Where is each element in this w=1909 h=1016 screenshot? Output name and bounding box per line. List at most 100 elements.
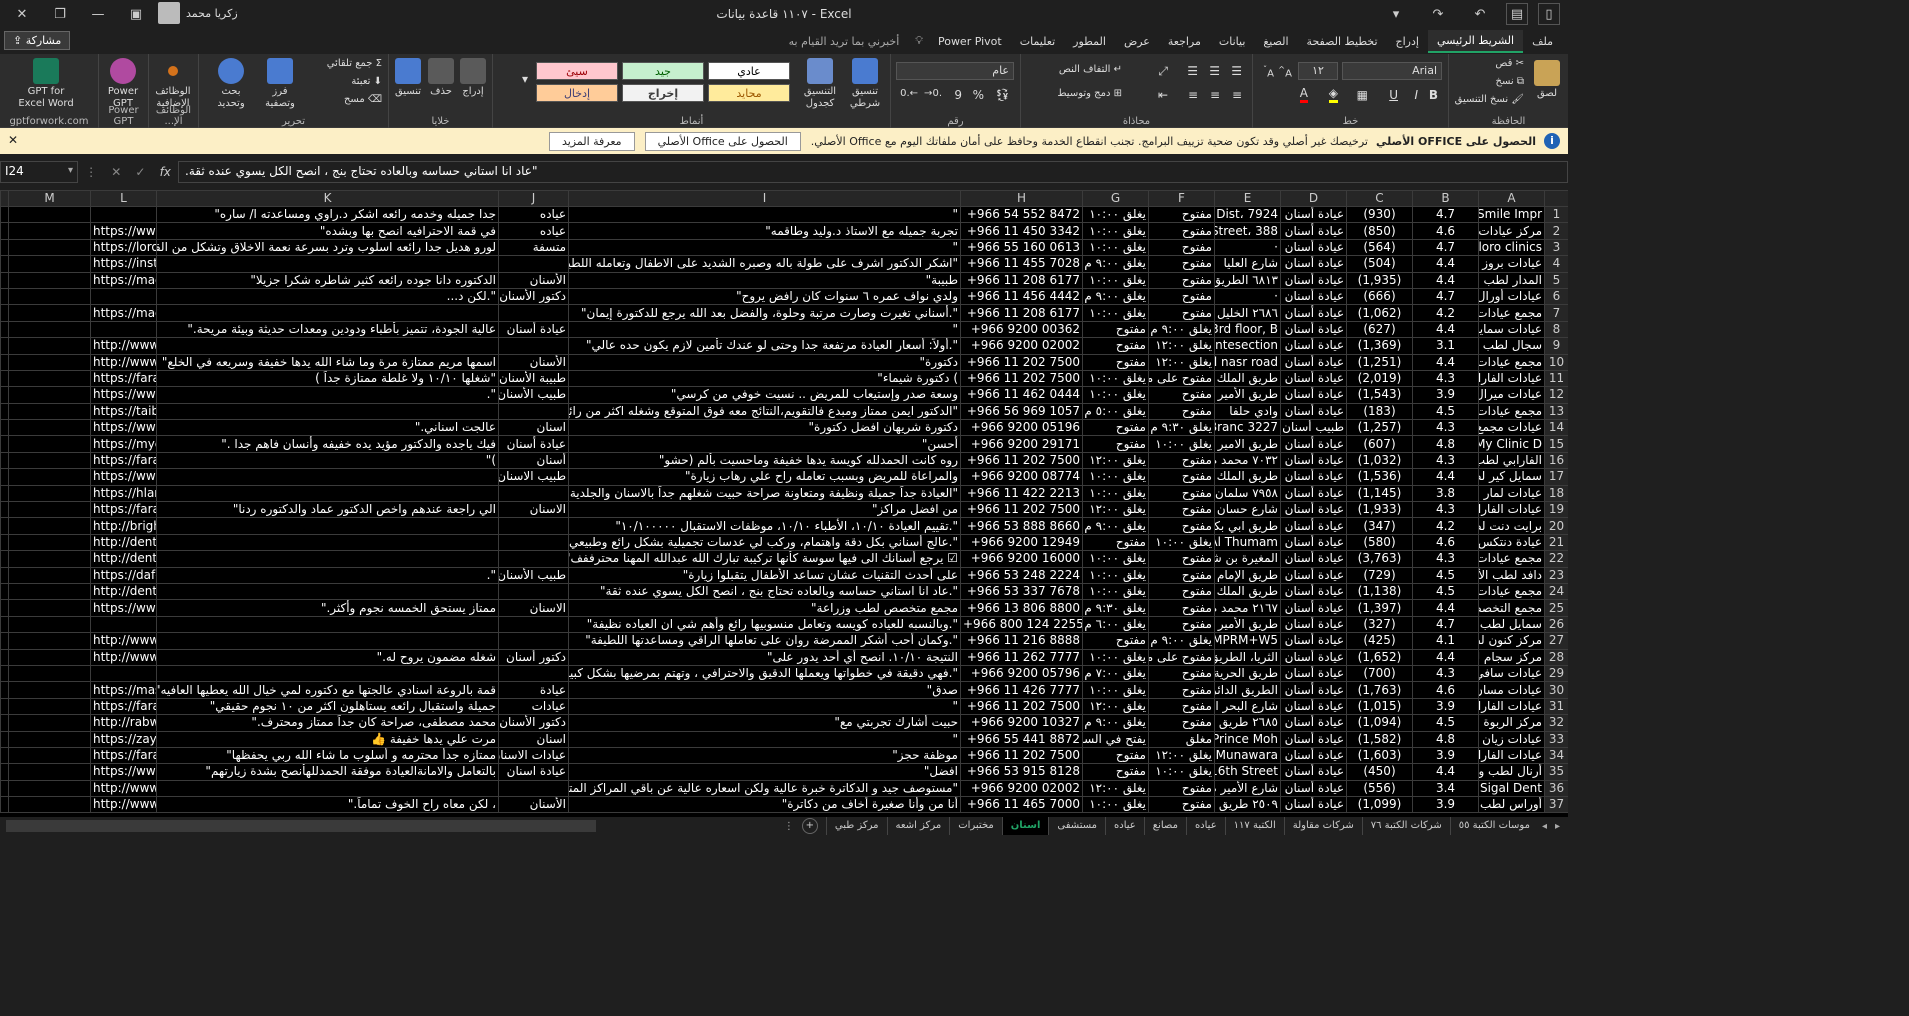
currency-icon[interactable]: 💱︎ xyxy=(995,88,1010,102)
cell-e[interactable]: طريق الأمير xyxy=(1214,615,1281,634)
cell-h[interactable]: +966 11 462 0444 xyxy=(960,386,1083,404)
cell-k[interactable] xyxy=(156,517,499,535)
cell-g[interactable]: مفتوح xyxy=(1082,632,1149,650)
cell-f[interactable]: مفتوح xyxy=(1148,664,1215,683)
cell-m[interactable] xyxy=(8,533,91,552)
cell-k[interactable]: ، لكن معاه راح الخوف تماماً." xyxy=(156,796,499,814)
cell-k[interactable]: الدكتوره دانا جوده رائعه كثير شاطره شكرا… xyxy=(156,271,499,289)
cell-g[interactable]: يغلق ١٠:٠٠ xyxy=(1082,222,1149,240)
cell-j[interactable]: دكتور الأسنان xyxy=(498,287,569,306)
cell-i[interactable]: "الدكتور ايمن ممتاز ومبدع فالتقويم،النتا… xyxy=(568,402,961,421)
cell-h[interactable]: +966 11 202 7500 xyxy=(960,353,1083,371)
cell-f[interactable]: مفتوح على مدار xyxy=(1148,369,1215,388)
cell-f[interactable]: يغلق ١٢:٠٠ xyxy=(1148,353,1215,371)
cell-b[interactable]: 4.6 xyxy=(1412,533,1479,552)
cell-c[interactable]: (1,935) xyxy=(1346,271,1413,289)
fill-button[interactable]: ⬇ تعبئة xyxy=(351,76,382,87)
cell-h[interactable]: +966 9200 10327 xyxy=(960,714,1083,732)
cell-a[interactable]: مركز كنون لطب xyxy=(1478,632,1545,650)
cell-m[interactable] xyxy=(8,796,91,814)
style-input[interactable]: إدخال xyxy=(536,84,618,102)
cell-f[interactable]: مفتوح على مدار xyxy=(1148,648,1215,666)
cell-k[interactable] xyxy=(156,533,499,552)
cell-g[interactable]: يغلق ١٠:٠٠ xyxy=(1082,796,1149,814)
cell-i[interactable]: موظفة حجز" xyxy=(568,746,961,765)
row-header[interactable]: 25 xyxy=(1544,599,1568,617)
font-name-select[interactable]: Arial xyxy=(1342,62,1442,80)
cell-g[interactable]: يغلق ١٠:٠٠ xyxy=(1082,468,1149,486)
cell-k[interactable] xyxy=(156,468,499,486)
cell-h[interactable]: +966 9200 02002 xyxy=(960,779,1083,798)
cell-a[interactable]: Smile Impr xyxy=(1478,205,1545,224)
sheet-tab[interactable]: مركز اشعه xyxy=(886,817,950,835)
cell-i[interactable]: طبيبة" xyxy=(568,271,961,289)
scroll-right-icon[interactable]: ▸ xyxy=(1551,821,1564,832)
cell-i[interactable]: دكتورة شريهان افضل دكتورة" xyxy=(568,419,961,437)
cell-j[interactable] xyxy=(498,615,569,634)
cell-c[interactable]: (1,094) xyxy=(1346,714,1413,732)
cell-c[interactable]: (504) xyxy=(1346,255,1413,273)
cell-b[interactable]: 4.5 xyxy=(1412,714,1479,732)
cell-a[interactable]: عيادات الفارابي xyxy=(1478,697,1545,716)
row-header[interactable]: 15 xyxy=(1544,435,1568,453)
cell-g[interactable]: يغلق ١٠:٠٠ xyxy=(1082,238,1149,257)
cell-b[interactable]: 3.1 xyxy=(1412,337,1479,355)
cell-l[interactable] xyxy=(90,615,157,634)
cell-b[interactable]: 4.5 xyxy=(1412,402,1479,421)
get-office-button[interactable]: الحصول على Office الأصلي xyxy=(644,131,801,151)
cell-d[interactable]: عيادة أسنان xyxy=(1280,222,1347,240)
cell-e[interactable]: Munawara xyxy=(1214,746,1281,765)
cell-m[interactable] xyxy=(8,681,91,699)
cell-a[interactable]: مجمع عيادات ب xyxy=(1478,353,1545,371)
cell-g[interactable]: يغلق ١٠:٠٠ xyxy=(1082,369,1149,388)
cell-a[interactable]: مجمع عيادات د xyxy=(1478,550,1545,568)
cell-b[interactable]: 4.4 xyxy=(1412,599,1479,617)
merge-center-button[interactable]: ⊞ دمج وتوسيط xyxy=(1057,88,1122,99)
cell-k[interactable]: لورو هديل جدا رائعه اسلوب وترد بسرعة نعم… xyxy=(156,238,499,257)
cell-e[interactable]: ٧٩٥٨ سلمان xyxy=(1214,484,1281,503)
cell-m[interactable] xyxy=(8,615,91,634)
cell-e[interactable]: 3227 Branc xyxy=(1214,419,1281,437)
cell-i[interactable]: ولدي نواف عمره ٦ سنوات كان رافض يروح" xyxy=(568,287,961,306)
cell-h[interactable]: +966 11 465 7000 xyxy=(960,796,1083,814)
cell-b[interactable]: 4.3 xyxy=(1412,451,1479,470)
cell-i[interactable]: "اشكر الدكتور اشرف على طولة باله وصبره ا… xyxy=(568,255,961,273)
gpt-for-excel-button[interactable]: GPT for Excel Word xyxy=(14,58,78,110)
cell-l[interactable]: https://mad xyxy=(90,271,157,289)
tab-formulas[interactable]: الصيغ xyxy=(1254,31,1297,52)
cell-j[interactable] xyxy=(498,402,569,421)
cell-l[interactable] xyxy=(90,664,157,683)
row-header[interactable]: 12 xyxy=(1544,386,1568,404)
cell-c[interactable]: (1,652) xyxy=(1346,648,1413,666)
cell-g[interactable]: يغلق ٩:٠٠ م xyxy=(1082,255,1149,273)
cell-b[interactable]: 4.5 xyxy=(1412,566,1479,584)
cell-j[interactable]: اسنان xyxy=(498,730,569,748)
cell-g[interactable]: مفتوح xyxy=(1082,353,1149,371)
cell-b[interactable]: 4.2 xyxy=(1412,517,1479,535)
cell-h[interactable]: +966 56 969 1057 xyxy=(960,402,1083,421)
cell-m[interactable] xyxy=(8,222,91,240)
find-select-button[interactable]: بحث وتحديد xyxy=(208,58,254,110)
cell-g[interactable]: يغلق ١٠:٠٠ xyxy=(1082,681,1149,699)
cell-l[interactable]: https://www xyxy=(90,222,157,240)
orientation-icon[interactable]: ⤢ xyxy=(1158,64,1168,79)
cell-b[interactable]: 4.4 xyxy=(1412,255,1479,273)
sheet-tab[interactable]: شركات الكتبة ٧٦ xyxy=(1361,817,1450,835)
cell-i[interactable]: "العيادة جداً جميلة ونظيفة ومتعاونة صراح… xyxy=(568,484,961,503)
addins-button[interactable]: الوظائف الإضافية xyxy=(150,58,196,110)
cell-j[interactable]: الأسنان xyxy=(498,796,569,814)
cell-h[interactable]: +966 53 888 8660 xyxy=(960,517,1083,535)
align-bottom-icon[interactable]: ☰ xyxy=(1187,64,1198,78)
cell-g[interactable]: يغلق ١٠:٠٠ xyxy=(1082,648,1149,666)
cell-m[interactable] xyxy=(8,320,91,339)
horizontal-scrollbar[interactable] xyxy=(6,820,596,832)
cell-i[interactable]: أحسن" xyxy=(568,435,961,453)
cell-f[interactable]: مفتوح xyxy=(1148,714,1215,732)
cell-e[interactable]: شارع البحر الأ xyxy=(1214,697,1281,716)
cell-m[interactable] xyxy=(8,714,91,732)
cell-e[interactable]: الطريق الدائري xyxy=(1214,681,1281,699)
cell-d[interactable]: عيادة أسنان xyxy=(1280,517,1347,535)
cell-i[interactable]: " xyxy=(568,697,961,716)
cell-i[interactable]: مجمع متخصص لطب وزراعة" xyxy=(568,599,961,617)
cell-c[interactable]: (1,536) xyxy=(1346,468,1413,486)
